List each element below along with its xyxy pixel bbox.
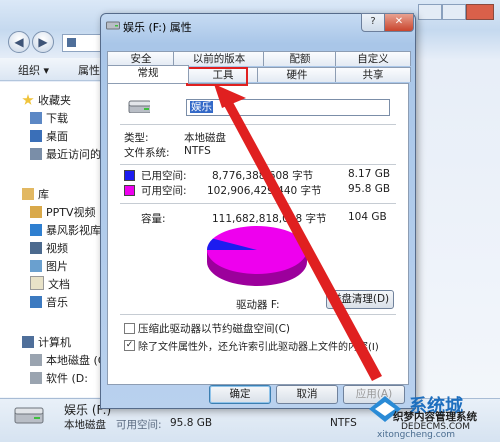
arrow-head [214, 84, 246, 108]
site-watermark: 系统城 织梦内容管理系统 DEDECMS.COM xitongcheng.com [365, 392, 500, 441]
red-arrow-annotation [214, 84, 382, 381]
arrow-shaft [220, 93, 382, 381]
tab-general[interactable]: 常规 [107, 65, 189, 83]
watermark-domain: xitongcheng.com [377, 430, 455, 440]
